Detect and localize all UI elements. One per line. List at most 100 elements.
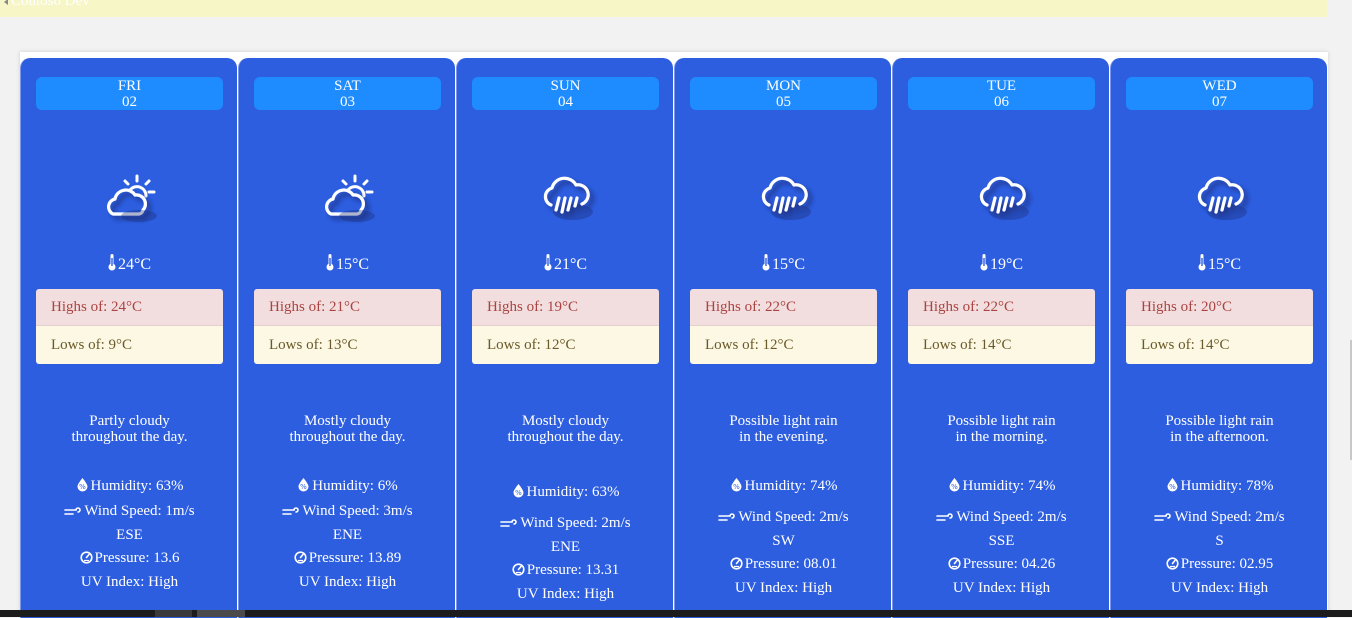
thermometer-icon: [544, 253, 552, 276]
humidity-icon: %: [730, 477, 743, 500]
highs-lows-box: Highs of: 20°C Lows of: 14°C: [1126, 289, 1313, 364]
highs-lows-box: Highs of: 22°C Lows of: 14°C: [908, 289, 1095, 364]
forecast-card-fri: FRI 02 24°C Highs of: 24°C Lows of: 9°C Partl…: [20, 58, 237, 618]
current-temp: 21°C: [457, 253, 674, 276]
day-name: TUE: [986, 78, 1017, 94]
back-caret-icon: [4, 0, 8, 5]
day-pill-mon: MON 05: [690, 77, 877, 110]
svg-text:%: %: [515, 489, 522, 497]
current-temp: 19°C: [893, 253, 1110, 276]
weather-stats: % Humidity: 74% Wind Speed: 2m/s SW Pressure…: [675, 475, 892, 600]
wind-direction: ENE: [550, 539, 581, 555]
wind-direction: ESE: [116, 527, 143, 543]
day-pill-sun: SUN 04: [472, 77, 659, 110]
description-line-1: Mostly cloudy: [303, 413, 392, 429]
thermometer-icon: [980, 253, 988, 276]
current-temp-value: 21°C: [553, 256, 588, 273]
highs-lows-box: Highs of: 24°C Lows of: 9°C: [36, 289, 223, 364]
partly-cloudy-icon: [317, 170, 381, 228]
rain-icon: [1189, 170, 1253, 228]
forecast-cards: FRI 02 24°C Highs of: 24°C Lows of: 9°C Partl…: [20, 58, 1330, 618]
day-date: 03: [340, 94, 355, 110]
weather-stats: % Humidity: 63% Wind Speed: 2m/s ENE Pressur…: [457, 481, 674, 606]
current-temp: 15°C: [1111, 253, 1328, 276]
wind-direction: ENE: [332, 527, 363, 543]
current-temp-value: 15°C: [771, 256, 806, 273]
taskbar-segment-active: [197, 610, 245, 617]
forecast-card-wed: WED 07 15°C Highs of: 20°C Lows of: 14°C Poss…: [1110, 58, 1327, 618]
description-line-1: Possible light rain: [947, 413, 1056, 429]
day-date: 06: [994, 94, 1009, 110]
pressure-gauge-icon: [1166, 555, 1179, 578]
weather-stats: % Humidity: 6% Wind Speed: 3m/s ENE Pressure…: [239, 475, 456, 594]
svg-text:%: %: [79, 483, 86, 491]
pressure-value: Pressure: 13.89: [308, 549, 402, 566]
humidity-value: Humidity: 63%: [90, 478, 184, 494]
rain-icon: [535, 170, 599, 228]
current-temp: 15°C: [675, 253, 892, 276]
pressure-stat: Pressure: 13.6: [21, 547, 238, 572]
humidity-stat: % Humidity: 63%: [21, 475, 238, 500]
day-date: 05: [776, 94, 791, 110]
pressure-stat: Pressure: 02.95: [1111, 553, 1328, 578]
rain-icon: [753, 170, 817, 228]
wind-icon: [282, 502, 300, 525]
current-temp-value: 19°C: [989, 256, 1024, 273]
partly-cloudy-icon: [99, 170, 163, 228]
day-pill-sat: SAT 03: [254, 77, 441, 110]
description-line-2: throughout the day.: [71, 429, 188, 445]
page-scrollbar[interactable]: [1340, 0, 1352, 617]
rain-icon: [971, 170, 1035, 228]
lows-row: Lows of: 13°C: [254, 326, 441, 364]
humidity-stat: % Humidity: 74%: [675, 475, 892, 500]
wind-stat: Wind Speed: 2m/s: [1111, 506, 1328, 531]
day-name: WED: [1202, 78, 1237, 94]
wind-icon: [1154, 508, 1172, 531]
pressure-gauge-icon: [79, 549, 93, 572]
forecast-card-mon: MON 05 15°C Highs of: 22°C Lows of: 12°C Poss…: [674, 58, 891, 618]
forecast-card-sun: SUN 04 21°C Highs of: 19°C Lows of: 12°C Most…: [456, 58, 673, 618]
forecast-card-sat: SAT 03 15°C Highs of: 21°C Lows of: 13°C Most…: [238, 58, 455, 618]
humidity-icon: %: [948, 477, 961, 500]
uv-index: UV Index: High: [298, 574, 397, 590]
app-header-bar: Contoso Dev: [0, 0, 1327, 17]
pressure-gauge-icon: [294, 549, 307, 572]
humidity-stat: % Humidity: 78%: [1111, 475, 1328, 500]
uv-index: UV Index: High: [80, 574, 179, 590]
wind-direction: SSE: [988, 533, 1015, 549]
highs-lows-box: Highs of: 21°C Lows of: 13°C: [254, 289, 441, 364]
pressure-gauge-icon: [948, 555, 961, 578]
wind-icon: [718, 508, 736, 531]
wind-value: Wind Speed: 2m/s: [1174, 508, 1285, 525]
humidity-value: Humidity: 6%: [312, 478, 398, 494]
pressure-value: Pressure: 08.01: [744, 555, 838, 572]
wind-icon: [500, 514, 518, 537]
day-pill-tue: TUE 06: [908, 77, 1095, 110]
wind-stat: Wind Speed: 2m/s: [457, 512, 674, 537]
description-line-1: Mostly cloudy: [521, 413, 610, 429]
highs-row: Highs of: 22°C: [690, 289, 877, 326]
svg-text:%: %: [1169, 483, 1176, 491]
day-name: SUN: [550, 78, 581, 94]
lows-row: Lows of: 9°C: [36, 326, 223, 364]
app-title-text: Contoso Dev: [11, 0, 90, 9]
thermometer-icon: [108, 253, 116, 276]
wind-stat: Wind Speed: 2m/s: [893, 506, 1110, 531]
highs-lows-box: Highs of: 19°C Lows of: 12°C: [472, 289, 659, 364]
current-temp-value: 24°C: [117, 256, 152, 273]
day-pill-fri: FRI 02: [36, 77, 223, 110]
wind-value: Wind Speed: 2m/s: [520, 514, 631, 531]
pressure-stat: Pressure: 13.89: [239, 547, 456, 572]
pressure-gauge-icon: [730, 555, 743, 578]
wind-value: Wind Speed: 3m/s: [302, 502, 413, 519]
humidity-value: Humidity: 74%: [962, 478, 1056, 494]
humidity-stat: % Humidity: 6%: [239, 475, 456, 500]
forecast-card-tue: TUE 06 19°C Highs of: 22°C Lows of: 14°C Poss…: [892, 58, 1109, 618]
svg-text:%: %: [733, 483, 740, 491]
current-temp-value: 15°C: [335, 256, 370, 273]
day-date: 02: [122, 94, 137, 110]
app-title[interactable]: Contoso Dev: [4, 0, 90, 10]
pressure-gauge-icon: [512, 561, 525, 584]
lows-row: Lows of: 14°C: [1126, 326, 1313, 364]
day-date: 07: [1212, 94, 1227, 110]
